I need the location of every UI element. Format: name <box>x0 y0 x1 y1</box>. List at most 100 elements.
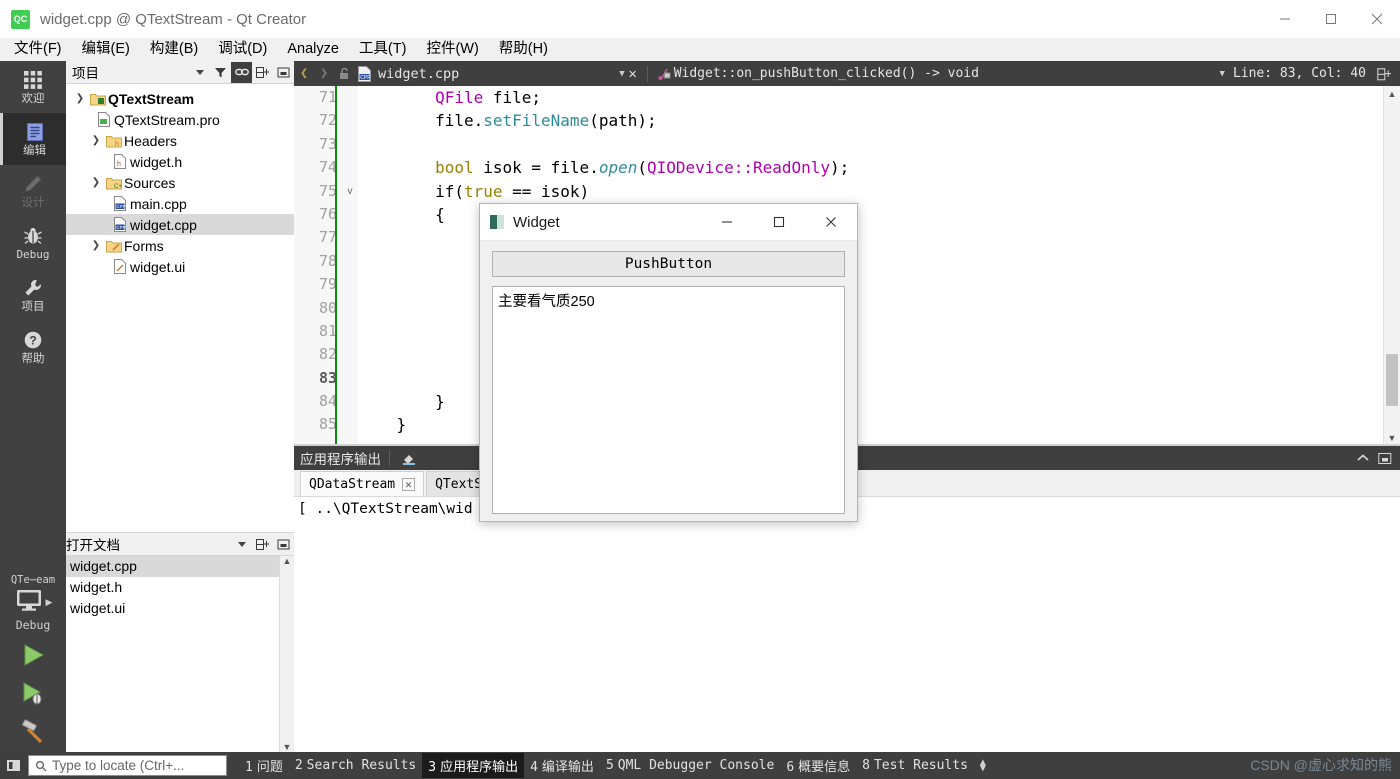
status-item-application-output[interactable]: 3 应用程序输出 <box>422 753 525 778</box>
maximize-icon[interactable] <box>753 204 805 240</box>
output-tab-qdatastream[interactable]: QDataStream ✕ <box>300 471 425 496</box>
menu-build[interactable]: 构建(B) <box>140 38 208 61</box>
mode-debug[interactable]: Debug <box>0 217 66 269</box>
tree-label: Forms <box>124 237 164 254</box>
scrollbar-thumb[interactable] <box>1386 354 1398 406</box>
open-documents-scrollbar[interactable]: ▲ ▼ <box>279 556 294 752</box>
code-line: QFile file; <box>435 88 542 107</box>
mode-selector-bar: 欢迎 编辑 设计 Debug 项目 ? 帮助 QTe⋯eam ▶ Debug <box>0 61 66 752</box>
tree-item-widget-ui[interactable]: widget.ui <box>66 256 294 277</box>
menu-tools[interactable]: 工具(T) <box>349 38 417 61</box>
tree-item-qtextstream-project[interactable]: ❯ QTextStream <box>66 88 294 109</box>
close-pane-icon[interactable] <box>273 534 294 555</box>
tree-item-forms-folder[interactable]: ❯ Forms <box>66 235 294 256</box>
tree-item-pro-file[interactable]: QTextStream.pro <box>66 109 294 130</box>
menu-file[interactable]: 文件(F) <box>4 38 72 61</box>
editor-tab-filename[interactable]: widget.cpp <box>378 66 459 82</box>
split-add-icon[interactable] <box>1374 61 1394 86</box>
sidebar-toggle-icon[interactable] <box>0 752 26 779</box>
fold-blank <box>342 109 358 132</box>
run-button[interactable] <box>0 638 66 676</box>
link-icon[interactable] <box>231 61 252 83</box>
tree-item-main-cpp[interactable]: CPP main.cpp <box>66 193 294 214</box>
close-icon[interactable]: ✕ <box>402 477 416 491</box>
scroll-up-icon[interactable]: ▲ <box>283 556 292 566</box>
status-item-general-messages[interactable]: 6 概要信息 <box>780 753 856 778</box>
minimize-icon[interactable] <box>1262 0 1308 38</box>
tree-label: Headers <box>124 132 177 149</box>
status-item-test-results[interactable]: 8 Test Results <box>856 755 974 776</box>
close-document-icon[interactable]: ✕ <box>625 66 641 82</box>
project-tree: ❯ QTextStream QTextStream.pro ❯ h Header <box>66 84 294 532</box>
status-item-number: 4 <box>530 760 538 775</box>
mode-help[interactable]: ? 帮助 <box>0 321 66 373</box>
open-doc-item[interactable]: widget.cpp <box>66 556 294 577</box>
fold-collapse-icon[interactable]: v <box>342 180 358 203</box>
close-icon[interactable] <box>805 204 857 240</box>
menu-edit[interactable]: 编辑(E) <box>72 38 140 61</box>
chevron-expanded-icon[interactable]: ❯ <box>88 135 104 146</box>
project-panel-tools <box>210 61 294 83</box>
split-add-icon[interactable] <box>252 62 273 83</box>
project-side-panel: 项目 ❯ QTextStream QTextStream.pro ❯ h Hea… <box>66 61 294 752</box>
chevron-up-icon[interactable] <box>1352 446 1374 470</box>
mode-design[interactable]: 设计 <box>0 165 66 217</box>
output-console-text: [ ..\QTextStream\wid <box>294 497 1400 755</box>
minimize-pane-icon[interactable] <box>1374 446 1396 470</box>
output-pane-updown-icon[interactable]: ▲ ▼ <box>980 757 986 773</box>
status-item-qml-debugger-console[interactable]: 5 QML Debugger Console <box>600 755 780 776</box>
chevron-expanded-icon[interactable]: ❯ <box>72 93 88 104</box>
open-doc-item[interactable]: widget.ui <box>66 598 294 619</box>
menu-help[interactable]: 帮助(H) <box>489 38 558 61</box>
close-icon[interactable] <box>1354 0 1400 38</box>
status-item-search-results[interactable]: 2 Search Results <box>289 755 422 776</box>
scroll-down-icon[interactable]: ▼ <box>283 742 292 752</box>
kit-selector[interactable]: QTe⋯eam ▶ Debug <box>0 574 66 638</box>
chevron-down-icon[interactable] <box>189 62 210 83</box>
chevron-down-icon[interactable] <box>231 534 252 555</box>
scroll-up-icon[interactable]: ▲ <box>1384 86 1400 102</box>
split-add-icon[interactable] <box>252 534 273 555</box>
start-debugging-button[interactable] <box>0 676 66 714</box>
bug-icon <box>23 225 43 247</box>
mode-projects[interactable]: 项目 <box>0 269 66 321</box>
chevron-expanded-icon[interactable]: ❯ <box>88 177 104 188</box>
editor-scrollbar[interactable]: ▲ ▼ <box>1383 86 1400 446</box>
cpp-file-icon: CPP <box>110 196 130 211</box>
widget-application-window[interactable]: Widget PushButton 主要看气质250 <box>479 203 858 522</box>
open-doc-item[interactable]: widget.h <box>66 577 294 598</box>
wrench-icon <box>23 277 43 299</box>
menu-widgets[interactable]: 控件(W) <box>416 38 488 61</box>
minimize-icon[interactable] <box>701 204 753 240</box>
widget-window-title: Widget <box>513 213 560 231</box>
text-edit-area[interactable]: 主要看气质250 <box>492 286 845 514</box>
menu-debug[interactable]: 调试(D) <box>208 38 277 61</box>
close-pane-icon[interactable] <box>273 62 294 83</box>
chevron-right-icon[interactable]: ❯ <box>314 61 334 86</box>
build-button[interactable] <box>0 714 66 752</box>
current-symbol-label[interactable]: Widget::on_pushButton_clicked() -> void <box>674 66 979 81</box>
locator-input[interactable]: Type to locate (Ctrl+... <box>28 755 227 776</box>
code-folding-column[interactable]: v <box>342 86 358 446</box>
mode-edit[interactable]: 编辑 <box>0 113 66 165</box>
status-item-compile-output[interactable]: 4 编译输出 <box>524 753 600 778</box>
tree-item-widget-cpp[interactable]: CPP widget.cpp <box>66 214 294 235</box>
open-documents-list: widget.cpp widget.h widget.ui ▲ ▼ <box>66 556 294 752</box>
widget-content: PushButton 主要看气质250 <box>480 241 857 526</box>
chevron-left-icon[interactable]: ❮ <box>294 61 314 86</box>
status-item-issues[interactable]: 1 问题 <box>239 753 289 778</box>
filter-icon[interactable] <box>210 62 231 83</box>
mode-welcome[interactable]: 欢迎 <box>0 61 66 113</box>
chevron-expanded-icon[interactable]: ❯ <box>88 240 104 251</box>
status-item-number: 6 <box>786 760 795 775</box>
tree-item-sources-folder[interactable]: ❯ C+ Sources <box>66 172 294 193</box>
tree-item-widget-h[interactable]: h widget.h <box>66 151 294 172</box>
unlock-icon[interactable] <box>334 61 354 86</box>
menu-analyze[interactable]: Analyze <box>277 38 349 61</box>
tree-item-headers-folder[interactable]: ❯ h Headers <box>66 130 294 151</box>
maximize-icon[interactable] <box>1308 0 1354 38</box>
push-button[interactable]: PushButton <box>492 251 845 277</box>
tree-label: main.cpp <box>130 195 187 212</box>
clear-output-icon[interactable] <box>398 446 420 470</box>
chevron-down-icon[interactable]: ▼ <box>1220 69 1225 79</box>
